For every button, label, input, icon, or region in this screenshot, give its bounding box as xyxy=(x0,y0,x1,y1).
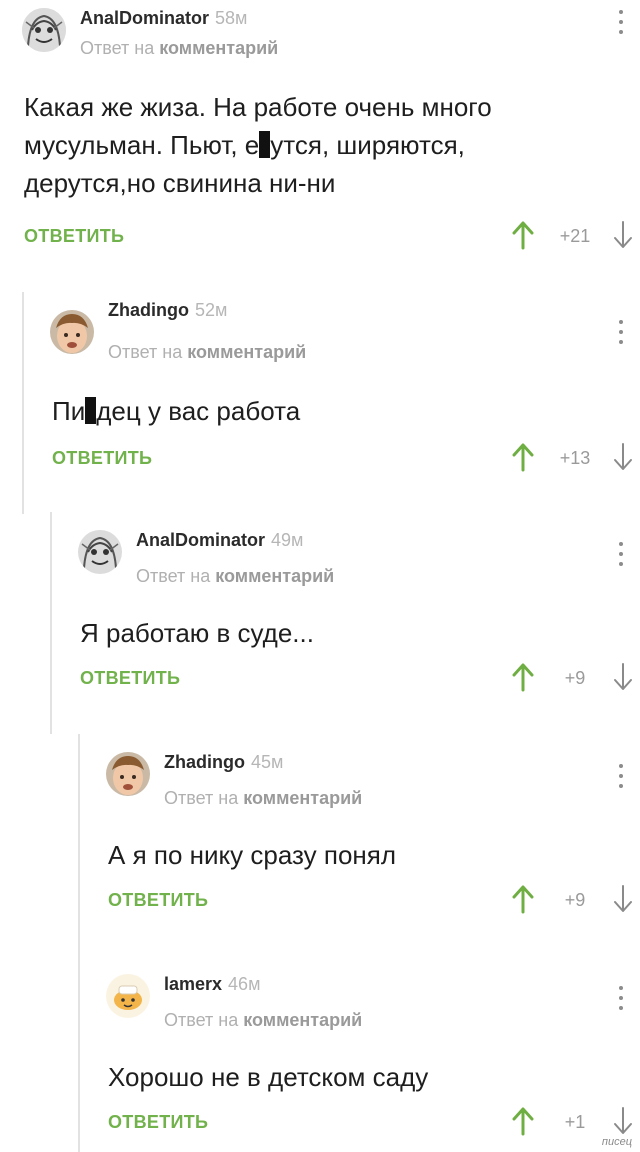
comment-time: 52м xyxy=(194,300,228,320)
arrow-up-icon[interactable] xyxy=(512,220,534,250)
reply-to-line: Ответ на комментарий xyxy=(108,342,306,363)
reply-prefix: Ответ на xyxy=(136,566,211,586)
avatar-child-photo-icon xyxy=(106,752,150,796)
arrow-up-icon[interactable] xyxy=(512,884,534,914)
arrow-down-icon[interactable] xyxy=(612,884,634,914)
avatar[interactable] xyxy=(106,974,150,1018)
author-label[interactable]: Zhadingo xyxy=(164,752,245,772)
text-part: дец у вас работа xyxy=(96,396,301,426)
comment-text: А я по нику сразу понял xyxy=(108,840,397,870)
reply-button[interactable]: ОТВЕТИТЬ xyxy=(80,668,180,689)
thread-line[interactable] xyxy=(78,734,80,956)
avatar-cartoon-icon xyxy=(106,974,150,1018)
vote-controls: +1 xyxy=(494,1104,634,1138)
arrow-up-icon[interactable] xyxy=(512,662,534,692)
more-vertical-icon[interactable] xyxy=(616,10,626,46)
thread-line[interactable] xyxy=(78,956,80,1152)
vote-controls: +13 xyxy=(494,440,634,474)
arrow-down-icon[interactable] xyxy=(612,662,634,692)
vote-controls: +21 xyxy=(494,218,634,252)
comment-text: Пи дец у вас работа xyxy=(52,392,300,430)
author-label[interactable]: Zhadingo xyxy=(108,300,189,320)
reply-prefix: Ответ на xyxy=(164,788,239,808)
more-vertical-icon[interactable] xyxy=(616,764,626,800)
arrow-down-icon[interactable] xyxy=(612,442,634,472)
reply-to-line: Ответ на комментарий xyxy=(164,1010,362,1031)
censor-block xyxy=(85,397,97,424)
vote-controls: +9 xyxy=(494,882,634,916)
author-name[interactable]: AnalDominator 49м xyxy=(136,530,303,551)
vote-controls: +9 xyxy=(494,660,634,694)
more-vertical-icon[interactable] xyxy=(616,986,626,1022)
arrow-up-icon[interactable] xyxy=(512,442,534,472)
avatar-sketch-icon xyxy=(78,530,122,574)
reply-to-line: Ответ на комментарий xyxy=(80,38,278,59)
score: +1 xyxy=(564,1112,586,1132)
reply-target-link[interactable]: комментарий xyxy=(243,1010,362,1030)
score: +9 xyxy=(564,668,586,688)
comment-time: 49м xyxy=(271,530,304,550)
reply-button[interactable]: ОТВЕТИТЬ xyxy=(24,226,124,247)
avatar-sketch-icon xyxy=(22,8,66,52)
reply-target-link[interactable]: комментарий xyxy=(243,788,362,808)
reply-to-line: Ответ на комментарий xyxy=(136,566,334,587)
comment-text: Хорошо не в детском саду xyxy=(108,1062,429,1092)
score: +9 xyxy=(564,890,586,910)
reply-button[interactable]: ОТВЕТИТЬ xyxy=(108,1112,208,1133)
author-name[interactable]: lamerx 46м xyxy=(164,974,260,995)
reply-target-link[interactable]: комментарий xyxy=(187,342,306,362)
arrow-down-icon[interactable] xyxy=(612,1106,634,1136)
arrow-up-icon[interactable] xyxy=(512,1106,534,1136)
comment-time: 45м xyxy=(250,752,284,772)
comment-text: Какая же жиза. На работе очень много мус… xyxy=(24,88,544,202)
comment: AnalDominator 58м Ответ на комментарий Ка… xyxy=(0,0,640,250)
author-name[interactable]: Zhadingo 45м xyxy=(164,752,283,773)
comment: AnalDominator 49м Ответ на комментарий Я … xyxy=(50,512,640,734)
censor-block xyxy=(259,131,271,158)
comment-time: 58м xyxy=(215,8,248,28)
comment-time: 46м xyxy=(228,974,261,994)
reply-target-link[interactable]: комментарий xyxy=(215,566,334,586)
reply-prefix: Ответ на xyxy=(164,1010,239,1030)
reply-button[interactable]: ОТВЕТИТЬ xyxy=(108,890,208,911)
more-vertical-icon[interactable] xyxy=(616,542,626,578)
more-vertical-icon[interactable] xyxy=(616,320,626,356)
comment: Zhadingo 45м Ответ на комментарий А я по … xyxy=(78,734,640,956)
reply-prefix: Ответ на xyxy=(80,38,155,58)
author-label[interactable]: AnalDominator xyxy=(136,530,265,550)
author-name[interactable]: Zhadingo 52м xyxy=(108,300,227,321)
arrow-down-icon[interactable] xyxy=(612,220,634,250)
avatar[interactable] xyxy=(50,310,94,354)
reply-prefix: Ответ на xyxy=(108,342,183,362)
thread-line[interactable] xyxy=(22,292,24,514)
watermark: писец xyxy=(601,1136,632,1148)
score: +21 xyxy=(559,226,591,246)
avatar[interactable] xyxy=(106,752,150,796)
comment-text: Я работаю в суде... xyxy=(80,618,314,648)
author-name[interactable]: AnalDominator 58м xyxy=(80,8,247,29)
reply-target-link[interactable]: комментарий xyxy=(159,38,278,58)
thread-line[interactable] xyxy=(50,512,52,734)
avatar[interactable] xyxy=(78,530,122,574)
reply-to-line: Ответ на комментарий xyxy=(164,788,362,809)
author-label[interactable]: AnalDominator xyxy=(80,8,209,28)
avatar[interactable] xyxy=(22,8,66,52)
avatar-child-photo-icon xyxy=(50,310,94,354)
score: +13 xyxy=(559,448,591,468)
text-part: Пи xyxy=(52,396,86,426)
comment: Zhadingo 52м Ответ на комментарий Пи дец у… xyxy=(22,292,640,514)
reply-button[interactable]: ОТВЕТИТЬ xyxy=(52,448,152,469)
author-label[interactable]: lamerx xyxy=(164,974,222,994)
comment: lamerx 46м Ответ на комментарий Хорошо не… xyxy=(78,956,640,1152)
